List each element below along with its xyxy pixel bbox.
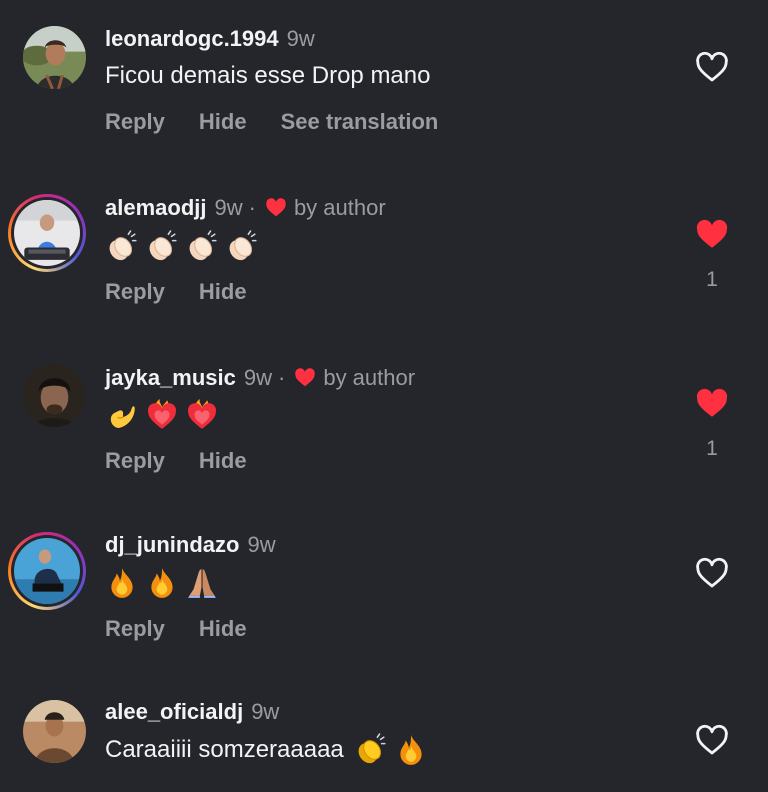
avatar[interactable]: [23, 700, 86, 763]
comment-time: 9w: [247, 532, 276, 557]
fire-icon: [145, 566, 179, 600]
hide-button[interactable]: Hide: [199, 616, 247, 642]
hide-button[interactable]: Hide: [199, 448, 247, 474]
like-count: 1: [706, 437, 718, 460]
clapping-hands-icon: [354, 733, 388, 767]
comment-username[interactable]: alee_oficialdj: [105, 699, 243, 725]
comment-time: 9w: [286, 26, 315, 51]
avatar[interactable]: [8, 194, 86, 272]
clapping-hands-icon: [185, 230, 219, 264]
heart-filled-icon[interactable]: [694, 387, 730, 421]
reply-button[interactable]: Reply: [105, 109, 165, 135]
heart-on-fire-icon: [145, 398, 179, 432]
author-heart-icon: [264, 197, 288, 219]
heart-outline-icon[interactable]: [694, 51, 730, 85]
reply-button[interactable]: Reply: [105, 279, 165, 305]
separator-dot: ·: [278, 365, 286, 390]
avatar[interactable]: [23, 364, 86, 427]
comment-time: 9w: [214, 195, 243, 220]
clapping-hands-icon: [145, 230, 179, 264]
heart-on-fire-icon: [185, 398, 219, 432]
hide-button[interactable]: Hide: [199, 279, 247, 305]
heart-outline-icon[interactable]: [694, 724, 730, 758]
comment-username[interactable]: alemaodjj: [105, 195, 206, 221]
avatar[interactable]: [8, 532, 86, 610]
see-translation-button[interactable]: See translation: [281, 109, 439, 135]
comment-text: Ficou demais esse Drop mano: [105, 62, 431, 89]
like-count: 1: [706, 268, 718, 291]
hide-button[interactable]: Hide: [199, 109, 247, 135]
comment-time: 9w: [251, 699, 280, 724]
separator-dot: ·: [248, 195, 256, 220]
author-heart-icon: [293, 367, 317, 389]
heart-outline-icon[interactable]: [694, 557, 730, 591]
comment-username[interactable]: leonardogc.1994: [105, 26, 279, 52]
pinching-hand-icon: [105, 398, 139, 432]
liked-by-author-label: by author: [323, 365, 416, 390]
reply-button[interactable]: Reply: [105, 448, 165, 474]
comment-time: 9w: [243, 365, 272, 390]
comment-username[interactable]: jayka_music: [105, 365, 236, 391]
heart-filled-icon[interactable]: [694, 218, 730, 252]
liked-by-author-label: by author: [293, 195, 386, 220]
fire-icon: [394, 733, 428, 767]
clapping-hands-icon: [225, 230, 259, 264]
comment-username[interactable]: dj_junindazo: [105, 532, 239, 558]
fire-icon: [105, 566, 139, 600]
reply-button[interactable]: Reply: [105, 616, 165, 642]
clapping-hands-icon: [105, 230, 139, 264]
avatar[interactable]: [23, 26, 86, 89]
comment-text: Caraaiiii somzeraaaaa: [105, 736, 344, 763]
folded-hands-icon: [185, 566, 219, 600]
